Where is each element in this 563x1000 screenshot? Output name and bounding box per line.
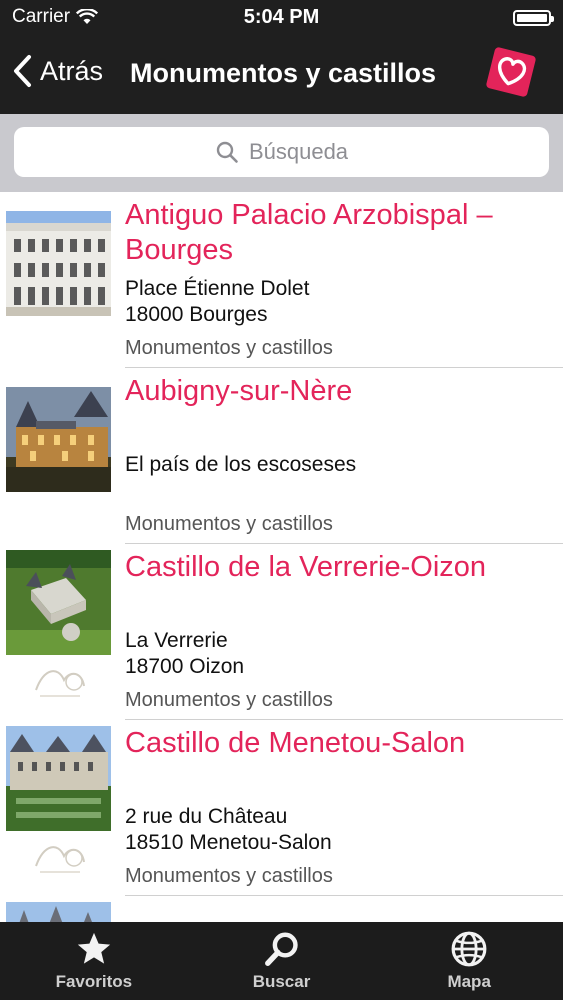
- item-category: Monumentos y castillos: [125, 513, 333, 535]
- partial-thumbnail: [6, 902, 111, 922]
- back-label: Atrás: [40, 55, 104, 86]
- item-title: Castillo de Menetou-Salon: [125, 727, 466, 759]
- monument-list: Antiguo Palacio Arzobispal – Bourges Pla…: [0, 192, 563, 922]
- chateau-night-thumbnail: [6, 387, 111, 492]
- tab-favoritos[interactable]: Favoritos: [0, 922, 188, 1000]
- item-category: Monumentos y castillos: [125, 865, 333, 887]
- item-title: Antiguo Palacio Arzobispal – Bourges: [125, 199, 493, 266]
- chateau-aerial-thumbnail: [6, 550, 111, 655]
- magnifier-icon: [264, 932, 298, 966]
- item-category: Monumentos y castillos: [125, 689, 333, 711]
- item-address-line2: 18000 Bourges: [125, 303, 268, 326]
- list-item[interactable]: Aubigny-sur-Nère El país de los escosese…: [0, 368, 563, 544]
- item-address-line2: 18510 Menetou-Salon: [125, 831, 332, 854]
- star-icon: [77, 932, 110, 964]
- back-button[interactable]: Atrás: [12, 54, 103, 88]
- globe-icon: [451, 931, 487, 967]
- page-title: Monumentos y castillos: [130, 58, 437, 88]
- battery-icon: [513, 10, 554, 26]
- tab-label: Mapa: [447, 972, 491, 991]
- item-address-line1: 2 rue du Château: [125, 805, 288, 828]
- search-placeholder: Búsqueda: [248, 139, 349, 164]
- palace-thumbnail: [6, 211, 111, 316]
- navigation-bar: Atrás Monumentos y castillos: [0, 36, 563, 114]
- logo-stamp-icon: [30, 836, 90, 878]
- tab-label: Buscar: [252, 972, 311, 991]
- item-title: Castillo de la Verrerie-Oizon: [125, 551, 487, 583]
- list-item[interactable]: Castillo de la Verrerie-Oizon La Verreri…: [0, 544, 563, 720]
- list-item[interactable]: [0, 896, 563, 922]
- status-bar: Carrier 5:04 PM: [0, 0, 563, 36]
- chateau-garden-thumbnail: [6, 726, 111, 831]
- item-category: Monumentos y castillos: [125, 337, 333, 359]
- item-address-line2: 18700 Oizon: [125, 655, 245, 678]
- search-input[interactable]: Búsqueda: [14, 127, 549, 177]
- heart-logo-icon[interactable]: [485, 46, 537, 98]
- item-title: Aubigny-sur-Nère: [125, 375, 353, 407]
- search-bar-container: Búsqueda: [0, 114, 563, 192]
- item-address-line1: Place Étienne Dolet: [125, 277, 310, 300]
- item-address-line1: La Verrerie: [125, 629, 228, 652]
- item-address-line1: El país de los escoseses: [125, 453, 357, 476]
- tab-mapa[interactable]: Mapa: [375, 922, 563, 1000]
- list-item[interactable]: Antiguo Palacio Arzobispal – Bourges Pla…: [0, 192, 563, 368]
- chevron-left-icon: [12, 54, 32, 88]
- clock: 5:04 PM: [243, 6, 320, 28]
- list-item[interactable]: Castillo de Menetou-Salon 2 rue du Châte…: [0, 720, 563, 896]
- tab-label: Favoritos: [55, 972, 133, 991]
- tab-buscar[interactable]: Buscar: [188, 922, 376, 1000]
- search-icon: [216, 141, 238, 163]
- tab-bar: Favoritos Buscar Mapa: [0, 922, 563, 1000]
- logo-stamp-icon: [30, 660, 90, 702]
